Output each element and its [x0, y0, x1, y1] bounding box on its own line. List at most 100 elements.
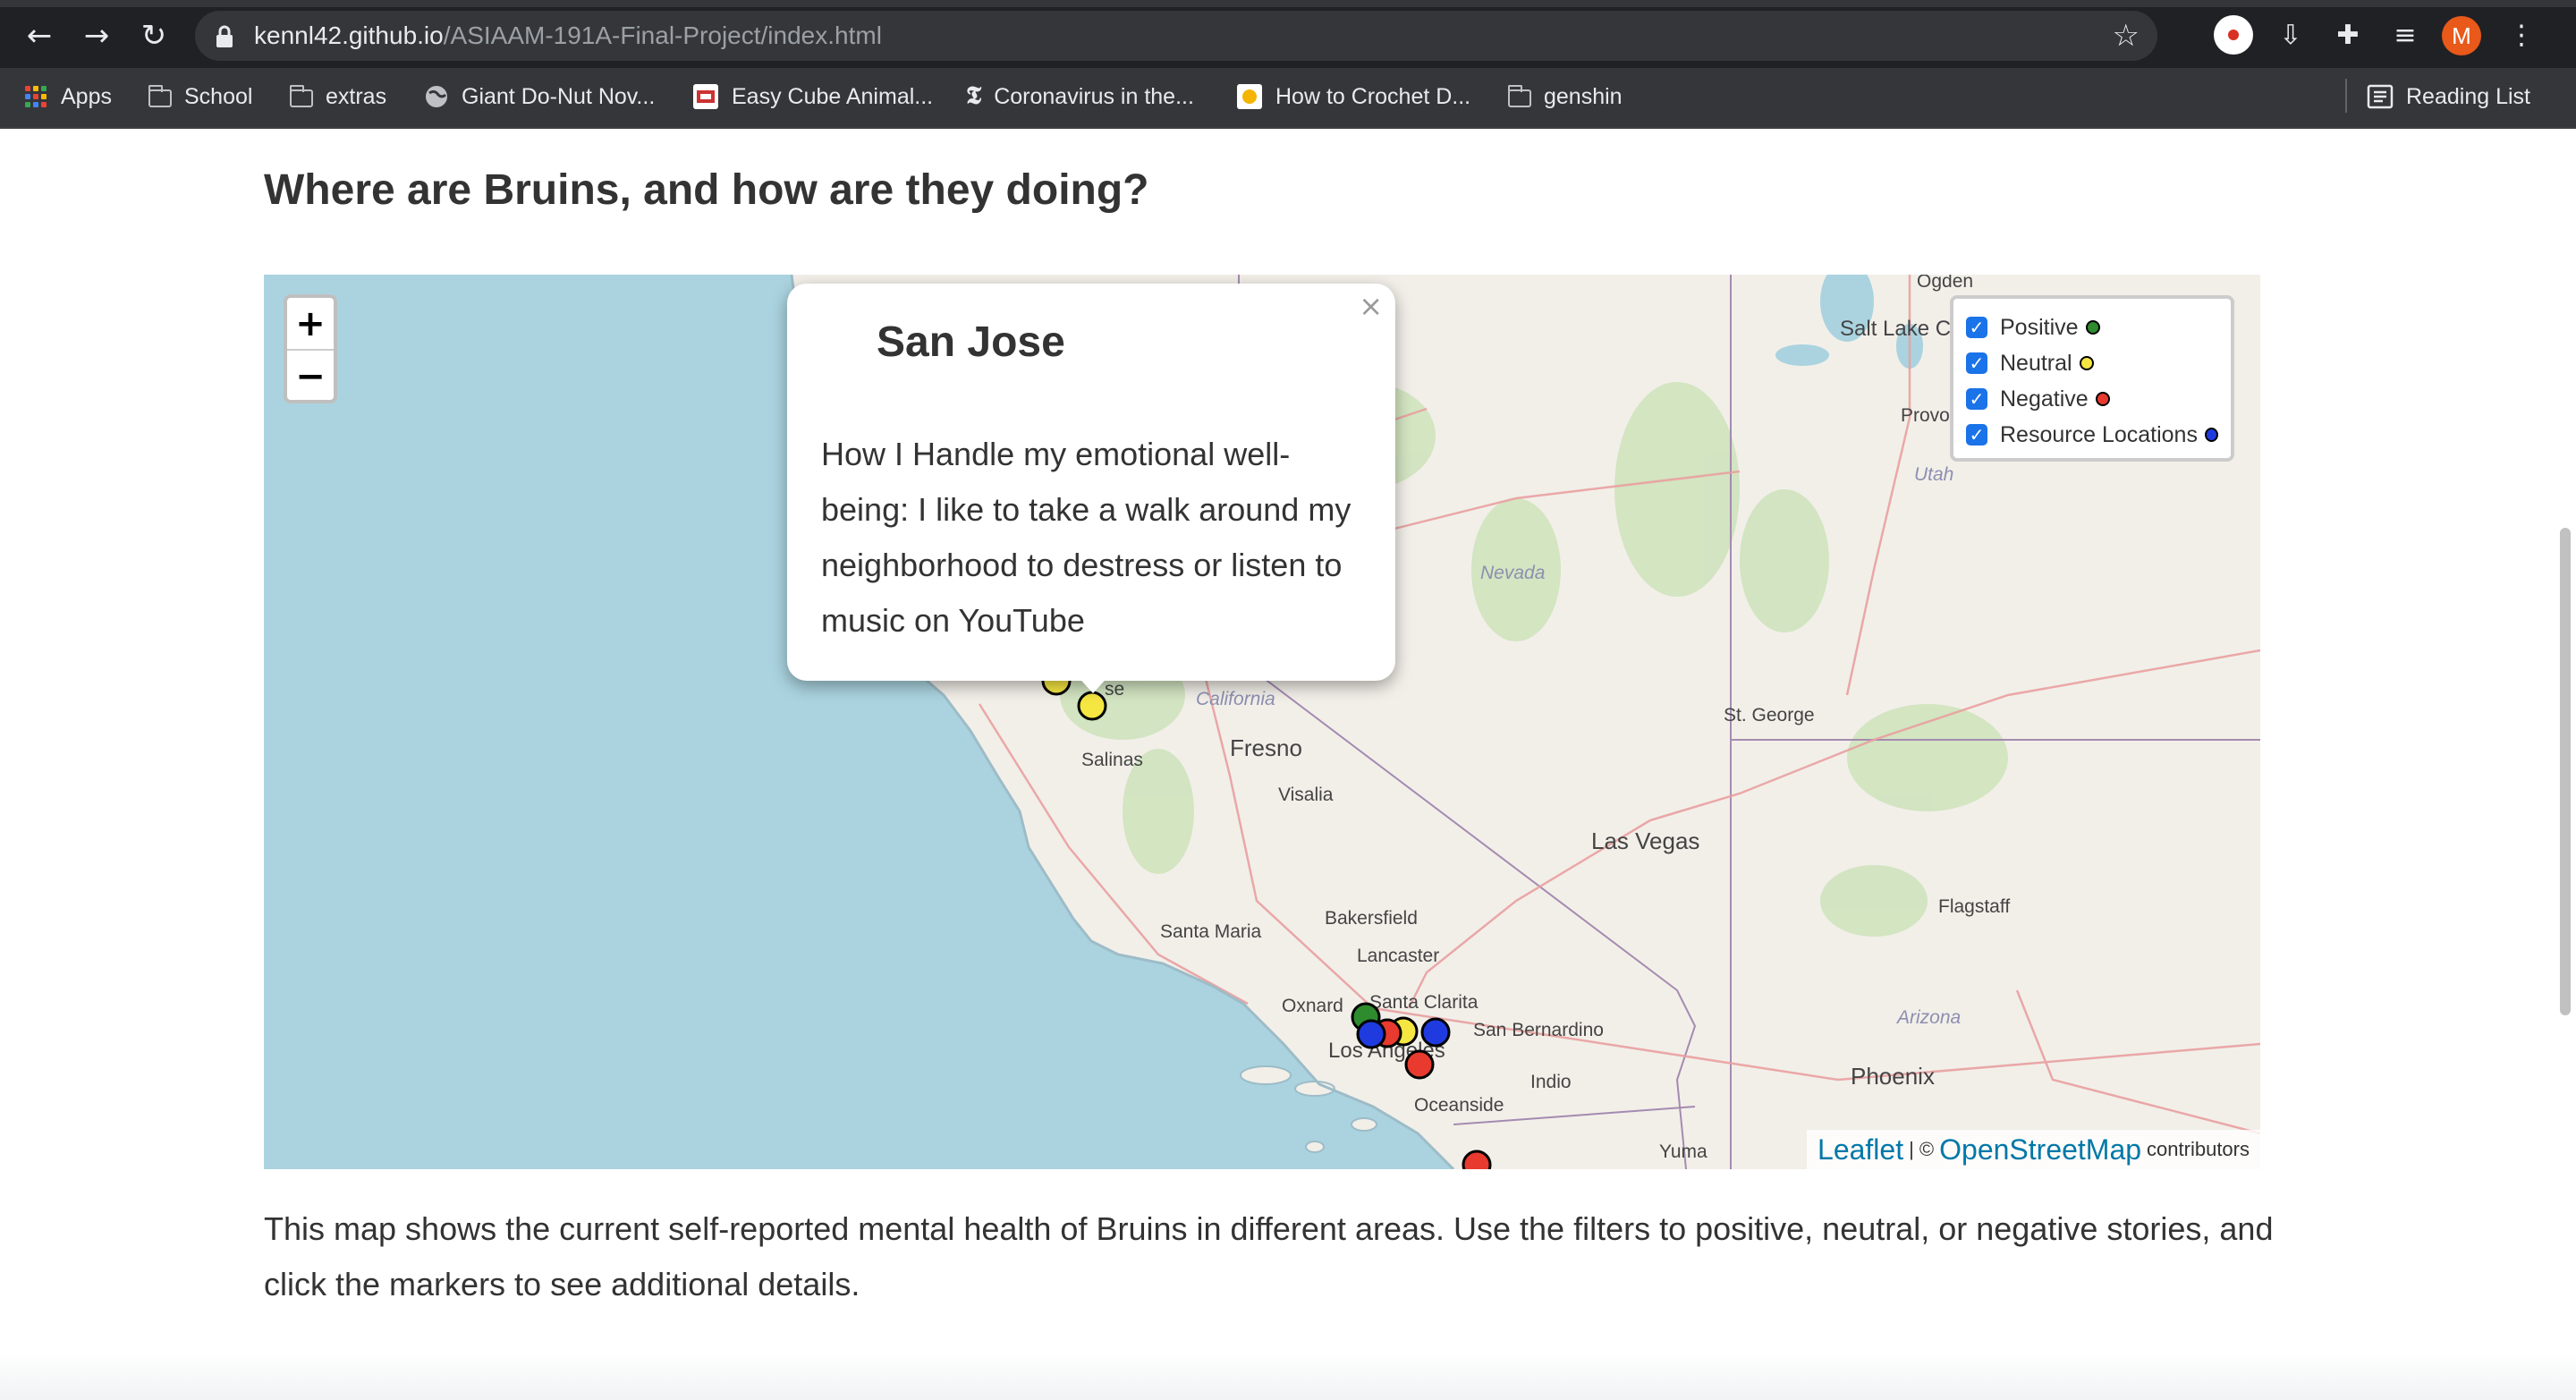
layer-filter-legend: ✓ Positive ✓ Neutral ✓ Negative ✓ Resour… [1950, 295, 2234, 462]
bookmark-giant-donut[interactable]: Giant Do-Nut Nov... [424, 77, 655, 116]
bookmark-divider [2345, 79, 2347, 113]
place-label: Salt Lake Ci [1840, 317, 1955, 341]
menu-kebab-icon[interactable]: ⋮ [2501, 14, 2542, 55]
place-label: Visalia [1278, 785, 1334, 805]
filter-label: Neutral [2000, 350, 2072, 376]
zoom-control: + − [284, 294, 337, 403]
url-text: kennl42.github.io/ASIAAM-191A-Final-Proj… [254, 21, 882, 50]
page-bottom-edge [0, 1351, 2576, 1400]
lock-icon [216, 25, 233, 47]
attribution-separator: | © [1909, 1138, 1935, 1160]
place-label: Ogden [1917, 275, 1973, 292]
reading-list-button[interactable]: Reading List [2367, 77, 2530, 116]
bookmark-easy-cube[interactable]: Easy Cube Animal... [692, 77, 933, 116]
place-label: Salinas [1081, 750, 1143, 770]
place-label: Arizona [1895, 1007, 1961, 1028]
forward-icon[interactable]: → [73, 13, 120, 59]
page-scrollbar[interactable] [2560, 528, 2571, 1015]
negative-marker[interactable] [1404, 1049, 1435, 1080]
reading-list-icon [2367, 84, 2394, 109]
attribution-suffix: contributors [2147, 1138, 2250, 1160]
filter-label: Negative [2000, 386, 2089, 412]
bookmark-label: How to Crochet D... [1275, 83, 1471, 109]
bookmark-label: Coronavirus in the... [994, 83, 1194, 109]
leaflet-map[interactable]: Ogden Salt Lake Ci Provo Utah Nevada Cal… [264, 275, 2260, 1169]
bookmark-label: genshin [1544, 83, 1623, 109]
checkbox-checked-icon[interactable]: ✓ [1966, 352, 1987, 374]
folder-icon [290, 85, 313, 107]
bookmark-star-icon[interactable]: ☆ [2113, 18, 2140, 54]
download-extension-icon[interactable]: ⇩ [2270, 14, 2311, 55]
bookmark-school[interactable]: School [148, 77, 252, 116]
map-attribution: Leaflet | © OpenStreetMap contributors [1807, 1130, 2260, 1169]
popup-close-icon[interactable]: × [1359, 289, 1383, 323]
bookmark-genshin[interactable]: genshin [1508, 77, 1623, 116]
place-label: San Bernardino [1473, 1020, 1604, 1040]
place-label: Santa Clarita [1369, 992, 1479, 1013]
negative-dot-icon [2095, 392, 2110, 406]
place-label: Utah [1914, 464, 1953, 485]
bookmark-extras[interactable]: extras [290, 77, 386, 116]
popup-body: How I Handle my emotional well-being: I … [821, 436, 1352, 639]
bookmark-label: Giant Do-Nut Nov... [462, 83, 656, 109]
place-label: St. George [1724, 705, 1815, 725]
resource-marker[interactable] [1420, 1017, 1451, 1048]
address-bar[interactable]: kennl42.github.io/ASIAAM-191A-Final-Proj… [195, 11, 2157, 61]
place-label: Nevada [1480, 563, 1545, 583]
globe-icon [426, 86, 447, 107]
media-queue-icon[interactable]: ≡ [2385, 14, 2426, 55]
place-label: Santa Maria [1160, 921, 1262, 942]
back-icon[interactable]: ← [16, 13, 63, 59]
place-label: Provo [1901, 405, 1950, 426]
neutral-dot-icon [2079, 356, 2094, 370]
site-icon [1237, 84, 1262, 109]
neutral-marker[interactable] [1077, 691, 1107, 721]
nyt-icon: 𝕿 [966, 82, 982, 110]
profile-avatar[interactable]: M [2442, 16, 2481, 55]
reading-list-label: Reading List [2406, 83, 2530, 109]
folder-icon [148, 85, 172, 107]
filter-negative[interactable]: ✓ Negative [1966, 381, 2218, 417]
place-label: California [1196, 689, 1275, 709]
zoom-in-button[interactable]: + [287, 298, 334, 349]
place-label: Flagstaff [1938, 896, 2010, 917]
browser-toolbar: ← → ↻ kennl42.github.io/ASIAAM-191A-Fina… [0, 0, 2576, 68]
filter-resources[interactable]: ✓ Resource Locations [1966, 417, 2218, 453]
page-heading: Where are Bruins, and how are they doing… [264, 166, 1149, 214]
place-label: Oceanside [1414, 1095, 1504, 1116]
filter-label: Resource Locations [2000, 421, 2198, 447]
negative-marker[interactable] [1462, 1150, 1492, 1169]
place-label: Bakersfield [1325, 908, 1418, 929]
bookmark-label: extras [326, 83, 387, 109]
bookmark-crochet[interactable]: How to Crochet D... [1236, 77, 1470, 116]
filter-neutral[interactable]: ✓ Neutral [1966, 345, 2218, 381]
checkbox-checked-icon[interactable]: ✓ [1966, 317, 1987, 338]
url-path: /ASIAAM-191A-Final-Project/index.html [443, 21, 882, 49]
tab-strip [0, 0, 2576, 7]
checkbox-checked-icon[interactable]: ✓ [1966, 388, 1987, 410]
popup-tip [1075, 674, 1111, 693]
resource-dot-icon [2204, 428, 2218, 442]
record-extension-icon[interactable] [2213, 14, 2254, 55]
filter-positive[interactable]: ✓ Positive [1966, 310, 2218, 345]
apps-icon [25, 86, 48, 107]
filter-label: Positive [2000, 314, 2079, 340]
bookmark-coronavirus[interactable]: 𝕿 Coronavirus in the... [966, 77, 1194, 116]
extensions-puzzle-icon[interactable]: ✚ [2327, 14, 2368, 55]
leaflet-link[interactable]: Leaflet [1818, 1133, 1903, 1167]
bookmark-apps[interactable]: Apps [25, 77, 112, 116]
place-label: Lancaster [1357, 946, 1439, 966]
place-label: Indio [1530, 1072, 1572, 1092]
bookmarks-bar: Apps School extras Giant Do-Nut Nov... E… [0, 68, 2576, 129]
place-label: Oxnard [1282, 996, 1343, 1016]
bookmark-label: School [184, 83, 253, 109]
resource-marker[interactable] [1356, 1019, 1386, 1049]
reload-icon[interactable]: ↻ [131, 13, 177, 59]
positive-dot-icon [2085, 320, 2100, 335]
zoom-out-button[interactable]: − [287, 349, 334, 402]
osm-link[interactable]: OpenStreetMap [1939, 1133, 2141, 1167]
checkbox-checked-icon[interactable]: ✓ [1966, 424, 1987, 445]
bookmark-label: Apps [61, 83, 112, 109]
url-host: kennl42.github.io [254, 21, 444, 49]
place-label: Las Vegas [1591, 827, 1699, 854]
